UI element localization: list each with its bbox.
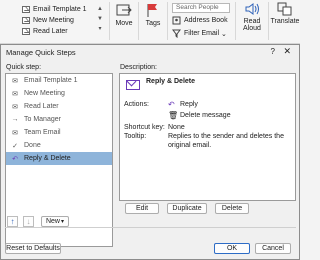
read-aloud-button[interactable]: Read Aloud: [238, 2, 266, 32]
reply-icon: ↶: [168, 100, 175, 109]
gallery-scroll[interactable]: ▲ ▼ ▾: [96, 4, 104, 34]
shortcut-value: None: [168, 124, 185, 131]
new-label: New: [45, 218, 60, 225]
edit-button[interactable]: Edit: [125, 203, 159, 214]
list-item[interactable]: ✉ Read Later: [6, 100, 112, 113]
new-button[interactable]: New ▾: [41, 216, 69, 227]
tags-label: Tags: [145, 20, 161, 27]
flag-icon: [147, 4, 157, 17]
list-item[interactable]: ✉ Team Email: [6, 126, 112, 139]
footer-divider: [5, 227, 296, 228]
ribbon-divider: [138, 2, 139, 40]
quick-step-label: Read Later: [33, 27, 68, 35]
trash-icon: 🗑: [168, 111, 179, 120]
reply-icon: ↶: [12, 155, 18, 163]
quick-step-label: Quick step:: [6, 64, 42, 71]
actions-label: Actions:: [124, 101, 149, 108]
envelope-icon: ✉: [12, 103, 18, 111]
translate-label: Translate: [270, 18, 300, 25]
list-item-label: Done: [24, 142, 41, 149]
quick-step-label: New Meeting: [33, 16, 74, 24]
ribbon-divider: [235, 2, 236, 40]
chevron-down-icon[interactable]: ▼: [96, 14, 104, 24]
tags-button[interactable]: Tags: [141, 2, 165, 27]
list-item-label: New Meeting: [24, 90, 65, 97]
search-people-input[interactable]: Search People: [172, 3, 230, 13]
envelope-icon: [126, 80, 140, 90]
list-item-selected[interactable]: ↶ Reply & Delete: [6, 152, 112, 165]
list-item[interactable]: ✉ Email Template 1: [6, 74, 112, 87]
arrow-up-icon: ↑: [10, 217, 15, 226]
envelope-icon: [22, 27, 30, 35]
address-book-label: Address Book: [184, 17, 228, 24]
envelope-icon: [22, 5, 30, 13]
dialog-title-bar: Manage Quick Steps: [1, 45, 299, 59]
chevron-down-icon: ▾: [61, 219, 65, 225]
move-icon: [116, 4, 132, 16]
tooltip-value-1: Replies to the sender and deletes the: [168, 133, 284, 140]
move-label: Move: [115, 20, 133, 27]
more-icon[interactable]: ▾: [96, 24, 104, 34]
duplicate-button[interactable]: Duplicate: [167, 203, 207, 214]
envelope-icon: ✉: [12, 77, 18, 85]
close-button[interactable]: ✕: [283, 46, 291, 57]
description-title: Reply & Delete: [146, 78, 196, 85]
list-item-label: Email Template 1: [24, 77, 78, 84]
move-up-button[interactable]: ↑: [7, 216, 18, 227]
list-item[interactable]: → To Manager: [6, 113, 112, 126]
filter-icon: [172, 29, 181, 38]
envelope-icon: ✉: [12, 129, 18, 137]
description-panel: Reply & Delete Actions: ↶ Reply 🗑 Delete…: [119, 73, 296, 201]
address-book-button[interactable]: Address Book: [172, 16, 228, 25]
list-item-label: To Manager: [24, 116, 61, 123]
help-button[interactable]: ?: [271, 47, 275, 56]
cancel-button[interactable]: Cancel: [255, 243, 291, 254]
arrow-down-icon: ↓: [26, 217, 31, 226]
action-reply: Reply: [180, 101, 198, 108]
chevron-down-icon: ⌄: [221, 30, 227, 38]
move-button[interactable]: Move: [112, 2, 136, 27]
move-down-button[interactable]: ↓: [23, 216, 34, 227]
read-aloud-label-2: Aloud: [243, 25, 261, 32]
quick-step-label: Email Template 1: [33, 5, 87, 13]
envelope-icon: ✉: [12, 90, 18, 98]
list-item-label: Read Later: [24, 103, 59, 110]
dialog-title: Manage Quick Steps: [6, 47, 76, 57]
check-icon: ✓: [12, 142, 18, 150]
forward-arrow-icon: →: [11, 116, 19, 123]
ribbon-divider: [167, 2, 168, 40]
filter-email-button[interactable]: Filter Email ⌄: [172, 29, 227, 38]
ribbon: Email Template 1 New Meeting Read Later …: [0, 0, 300, 44]
read-aloud-label-1: Read: [243, 18, 261, 25]
ok-button[interactable]: OK: [214, 243, 250, 254]
delete-button[interactable]: Delete: [215, 203, 249, 214]
description-label: Description:: [120, 64, 157, 71]
list-item-label: Team Email: [24, 129, 61, 136]
action-delete: Delete message: [180, 112, 231, 119]
speaker-icon: [245, 3, 259, 15]
list-item-label: Reply & Delete: [24, 155, 71, 162]
translate-icon: [277, 2, 292, 16]
envelope-icon: [22, 16, 30, 24]
shortcut-label: Shortcut key:: [124, 124, 165, 131]
tooltip-label: Tooltip:: [124, 133, 147, 140]
ribbon-divider: [109, 2, 110, 40]
address-book-icon: [172, 16, 181, 25]
list-item[interactable]: ✉ New Meeting: [6, 87, 112, 100]
list-item[interactable]: ✓ Done: [6, 139, 112, 152]
translate-button[interactable]: Translate: [270, 2, 300, 25]
manage-quick-steps-dialog: Manage Quick Steps ? ✕ Quick step: Descr…: [0, 44, 300, 260]
filter-email-label: Filter Email: [184, 30, 220, 37]
chevron-up-icon[interactable]: ▲: [96, 4, 104, 14]
tooltip-value-2: original email.: [168, 142, 212, 149]
ribbon-divider: [268, 2, 269, 40]
reset-to-defaults-button[interactable]: Reset to Defaults: [5, 243, 61, 254]
